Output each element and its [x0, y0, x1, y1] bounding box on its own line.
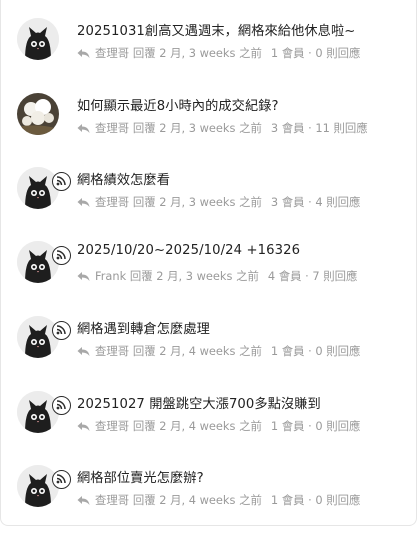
- topic-author-link[interactable]: 查理哥: [95, 419, 129, 433]
- member-count: 1 會員: [270, 493, 305, 507]
- topic-item: 如何顯示最近8小時內的成交紀錄? 查理哥 回覆 2 月, 3 weeks 之前 3 …: [0, 93, 419, 163]
- last-reply-time: 回覆 2 月, 4 weeks 之前: [132, 419, 262, 433]
- topic-title-link[interactable]: 網格績效怎麼看: [77, 169, 411, 188]
- member-count: 3 會員: [270, 121, 305, 135]
- flower-avatar[interactable]: [17, 93, 59, 135]
- topic-meta: 查理哥 回覆 2 月, 3 weeks 之前 1 會員 · 0 則回應: [77, 45, 415, 62]
- reply-icon: [77, 48, 90, 62]
- topic-title-link[interactable]: 如何顯示最近8小時內的成交紀錄?: [77, 95, 411, 114]
- topic-item: 網格部位賣光怎麼辦? 查理哥 回覆 2 月, 4 weeks 之前 1 會員 · 0…: [0, 465, 419, 535]
- topic-meta: 查理哥 回覆 2 月, 3 weeks 之前 3 會員 · 4 則回應: [77, 194, 415, 211]
- last-reply-time: 回覆 2 月, 3 weeks 之前: [132, 46, 262, 60]
- reply-count: 0 則回應: [315, 493, 361, 507]
- topic-item: 20251027 開盤跳空大漲700多點沒賺到查理哥 回覆 2 月, 4 wee…: [0, 391, 419, 461]
- topic-item: 2025/10/20~2025/10/24 +16326 Frank 回覆 2 月…: [0, 241, 419, 311]
- reply-icon: [77, 271, 90, 285]
- topic-item: 網格遇到轉倉怎麼處理 查理哥 回覆 2 月, 4 weeks 之前 1 會員 · 0…: [0, 316, 419, 386]
- reply-count: 0 則回應: [315, 344, 361, 358]
- rss-icon: [52, 321, 71, 340]
- reply-icon: [77, 495, 90, 509]
- reply-count: 0 則回應: [315, 419, 361, 433]
- topic-meta: 查理哥 回覆 2 月, 3 weeks 之前 3 會員 · 11 則回應: [77, 120, 415, 137]
- topic-author-link[interactable]: 查理哥: [95, 344, 129, 358]
- reply-icon: [77, 421, 90, 435]
- topic-author-link[interactable]: 查理哥: [95, 121, 129, 135]
- reply-count: 4 則回應: [315, 195, 361, 209]
- member-count: 1 會員: [270, 419, 305, 433]
- member-count: 1 會員: [270, 344, 305, 358]
- reply-count: 0 則回應: [315, 46, 361, 60]
- cat-avatar[interactable]: [17, 465, 59, 507]
- member-count: 1 會員: [270, 46, 305, 60]
- topic-meta: 查理哥 回覆 2 月, 4 weeks 之前 1 會員 · 0 則回應: [77, 492, 415, 509]
- topic-title-link[interactable]: 網格遇到轉倉怎麼處理: [77, 318, 411, 337]
- reply-icon: [77, 197, 90, 211]
- cat-avatar[interactable]: [17, 316, 59, 358]
- last-reply-time: 回覆 2 月, 4 weeks 之前: [132, 344, 262, 358]
- topic-meta: 查理哥 回覆 2 月, 4 weeks 之前 1 會員 · 0 則回應: [77, 343, 415, 360]
- cat-avatar[interactable]: [17, 241, 59, 283]
- topic-author-link[interactable]: Frank: [95, 269, 126, 283]
- rss-icon: [52, 172, 71, 191]
- cat-avatar[interactable]: [17, 18, 59, 60]
- reply-icon: [77, 123, 90, 137]
- topic-meta: Frank 回覆 2 月, 3 weeks 之前 4 會員 · 7 則回應: [77, 268, 415, 285]
- reply-count: 7 則回應: [312, 269, 358, 283]
- reply-icon: [77, 346, 90, 360]
- topic-author-link[interactable]: 查理哥: [95, 493, 129, 507]
- last-reply-time: 回覆 2 月, 4 weeks 之前: [132, 493, 262, 507]
- member-count: 4 會員: [267, 269, 302, 283]
- topic-meta: 查理哥 回覆 2 月, 4 weeks 之前 1 會員 · 0 則回應: [77, 418, 415, 435]
- topic-title-link[interactable]: 2025/10/20~2025/10/24 +16326: [77, 243, 411, 258]
- topic-item: 網格績效怎麼看 查理哥 回覆 2 月, 3 weeks 之前 3 會員 · 4 則回…: [0, 167, 419, 237]
- rss-icon: [52, 246, 71, 265]
- rss-icon: [52, 470, 71, 489]
- cat-avatar[interactable]: [17, 391, 59, 433]
- topic-title-link[interactable]: 網格部位賣光怎麼辦?: [77, 467, 411, 486]
- rss-icon: [52, 396, 71, 415]
- last-reply-time: 回覆 2 月, 3 weeks 之前: [132, 195, 262, 209]
- topic-author-link[interactable]: 查理哥: [95, 195, 129, 209]
- last-reply-time: 回覆 2 月, 3 weeks 之前: [129, 269, 259, 283]
- topic-author-link[interactable]: 查理哥: [95, 46, 129, 60]
- topic-item: 20251031創高又遇週末，網格來給他休息啦~ 查理哥 回覆 2 月, 3 we…: [0, 18, 419, 88]
- last-reply-time: 回覆 2 月, 3 weeks 之前: [132, 121, 262, 135]
- topic-title-link[interactable]: 20251031創高又遇週末，網格來給他休息啦~: [77, 20, 411, 39]
- cat-avatar[interactable]: [17, 167, 59, 209]
- member-count: 3 會員: [270, 195, 305, 209]
- topic-title-link[interactable]: 20251027 開盤跳空大漲700多點沒賺到: [77, 393, 411, 412]
- reply-count: 11 則回應: [315, 121, 368, 135]
